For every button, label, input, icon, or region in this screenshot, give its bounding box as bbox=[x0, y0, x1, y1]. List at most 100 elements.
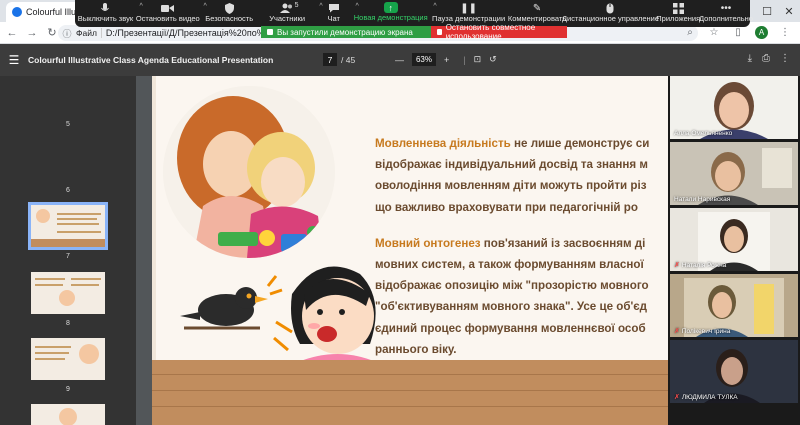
browser-right-icons: ⌕ ☆ ▯ A ⋮ bbox=[683, 25, 792, 39]
mute-button[interactable]: ^ Выключить звук bbox=[75, 2, 143, 27]
thumbnail-page-9[interactable] bbox=[31, 338, 105, 380]
thumbnail-text-line bbox=[57, 213, 101, 215]
slide-left-border bbox=[152, 76, 156, 360]
pencil-icon: ✎ bbox=[532, 2, 542, 14]
mute-label: Выключить звук bbox=[77, 14, 134, 23]
thumbnail-text-line bbox=[35, 346, 71, 348]
chat-button[interactable]: ^ Чат bbox=[316, 2, 358, 27]
text-line: раннього віку. bbox=[375, 339, 668, 360]
page-selector: 7 / 45 bbox=[323, 53, 355, 66]
zoom-meeting-toolbar: ^ Выключить звук ^ Остановить видео Безо… bbox=[75, 0, 753, 27]
participant-name: ✗ Наталія Рожна bbox=[674, 261, 727, 270]
page-number-input[interactable]: 7 bbox=[323, 53, 337, 66]
hamburger-menu-icon[interactable]: ☰ bbox=[4, 50, 24, 70]
maximize-button[interactable]: ☐ bbox=[756, 0, 778, 22]
participant-tile[interactable]: Алла Омельяненко bbox=[670, 76, 798, 139]
print-icon[interactable]: ⎙ bbox=[762, 53, 770, 64]
zoom-controls: — 63% + | ⊡ ↺ bbox=[395, 53, 497, 66]
text-line: Мовний онтогенез пов'язаний із засвоєння… bbox=[375, 233, 668, 254]
fit-page-icon[interactable]: ⊡ bbox=[474, 54, 482, 65]
rotate-icon[interactable]: ↺ bbox=[489, 54, 497, 65]
thumbnail-page-8[interactable] bbox=[31, 272, 105, 314]
thumbnail-text-line bbox=[57, 231, 101, 233]
text-line: відображає індивідуальний досвід та знан… bbox=[375, 154, 668, 175]
back-arrow-icon[interactable]: ← bbox=[4, 25, 20, 41]
chat-label: Чат bbox=[327, 14, 340, 23]
participant-tile[interactable]: ✗ Полікевич Ірина bbox=[670, 274, 798, 337]
browser-menu-icon[interactable]: ⋮ bbox=[778, 25, 792, 39]
thumbnail-text-line bbox=[35, 278, 65, 280]
remote-control-button[interactable]: Дистанционное управление bbox=[562, 2, 659, 27]
more-button[interactable]: ••• Дополнительно bbox=[699, 2, 753, 27]
screen: Colourful Illustrativ – ☐ ✕ ← → ↻ ⓘ Файл… bbox=[0, 0, 800, 425]
chat-icon bbox=[327, 2, 341, 14]
security-button[interactable]: Безопасность bbox=[200, 2, 259, 27]
line-text: відображає опозицію між "прозорістю мовн… bbox=[375, 279, 649, 293]
slide-page: Мовленнева діяльність не лише демонструє… bbox=[152, 76, 668, 425]
thumbnail-text-line bbox=[57, 218, 97, 220]
stop-share-button[interactable]: Остановить совместное использование bbox=[431, 23, 567, 41]
search-icon[interactable]: ⌕ bbox=[683, 25, 697, 39]
pdf-viewer[interactable]: Мовленнева діяльність не лише демонструє… bbox=[136, 76, 668, 425]
profile-avatar[interactable]: A bbox=[755, 25, 768, 39]
zoom-level-input[interactable]: 63% bbox=[412, 53, 436, 66]
thumbnail-text-line bbox=[35, 358, 65, 360]
browser-tab-title: Colourful Illustrativ bbox=[26, 7, 80, 17]
thumbnail-sidebar: 5 6 7 8 9 bbox=[0, 76, 136, 425]
forward-arrow-icon[interactable]: → bbox=[24, 25, 40, 41]
participant-tile[interactable]: Натали Наривская bbox=[670, 142, 798, 205]
thumbnail-page-10[interactable] bbox=[31, 404, 105, 425]
thumbnail-photo bbox=[36, 209, 50, 223]
apps-label: Приложения bbox=[656, 14, 701, 23]
participant-name: ✗ Полікевич Ірина bbox=[674, 327, 731, 336]
stop-square-icon bbox=[437, 29, 442, 35]
line-text: не лише демонструє си bbox=[510, 137, 650, 150]
line-text: єдиний процес формування мовленнєвої осо… bbox=[375, 321, 646, 335]
pdf-toolbar: ☰ Colourful Illustrative Class Agenda Ed… bbox=[0, 44, 800, 76]
text-line: що важливо враховувати при педагогічній … bbox=[375, 197, 668, 218]
sharing-indicator: Вы запустили демонстрацию экрана bbox=[261, 26, 431, 38]
floor-plank-line bbox=[152, 406, 668, 407]
participant-tile[interactable]: ✗ Наталія Рожна bbox=[670, 208, 798, 271]
address-scheme-chip: Файл bbox=[72, 28, 102, 38]
remote-control-label: Дистанционное управление bbox=[561, 14, 660, 23]
thumbnail-page-number: 7 bbox=[66, 253, 70, 260]
share-screen-icon: ↑ bbox=[383, 2, 398, 13]
thumbnail-text-line bbox=[71, 284, 99, 286]
participant-name: Алла Омельяненко bbox=[674, 130, 733, 137]
info-icon[interactable]: ⓘ bbox=[62, 25, 72, 41]
thumbnail-text-line bbox=[35, 352, 69, 354]
browser-tab[interactable]: Colourful Illustrativ bbox=[6, 2, 80, 22]
stop-video-button[interactable]: ^ Остановить видео bbox=[136, 2, 207, 27]
participant-name: Натали Наривская bbox=[674, 196, 731, 203]
thumbnail-photo bbox=[79, 344, 99, 364]
thumbnail-page-number: 8 bbox=[66, 320, 70, 327]
thumbnail-text-line bbox=[57, 223, 99, 225]
new-share-button[interactable]: ↑ ^ Новая демонстрация bbox=[352, 2, 437, 27]
sidebar-icon[interactable]: ▯ bbox=[731, 25, 745, 39]
zoom-out-button[interactable]: — bbox=[395, 55, 404, 65]
line-text: раннього віку. bbox=[375, 342, 457, 356]
apps-icon bbox=[671, 2, 685, 14]
participant-tile[interactable]: ✗ ЛЮДМИЛА ТУЛКА bbox=[670, 340, 798, 403]
participants-button[interactable]: 5 ^ Участники bbox=[259, 2, 322, 27]
line-text: відображає індивідуальний досвід та знан… bbox=[375, 158, 648, 172]
slide-text: Мовленнева діяльність не лише демонструє… bbox=[375, 133, 668, 360]
text-line: Мовленнева діяльність не лише демонструє… bbox=[375, 133, 668, 154]
security-label: Безопасность bbox=[205, 14, 254, 23]
thumbnail-page-7[interactable] bbox=[28, 202, 108, 250]
download-icon[interactable]: ⤓ bbox=[748, 53, 752, 64]
mouse-icon bbox=[603, 2, 617, 14]
more-options-icon[interactable]: ⋮ bbox=[780, 53, 790, 64]
people-icon bbox=[280, 2, 294, 14]
bookmark-star-icon[interactable]: ☆ bbox=[707, 25, 721, 39]
annotate-label: Комментировать bbox=[507, 14, 567, 23]
apps-button[interactable]: Приложения bbox=[654, 2, 702, 27]
participants-count: 5 bbox=[294, 2, 299, 9]
shield-icon bbox=[222, 2, 236, 14]
microphone-icon bbox=[98, 2, 112, 14]
thumbnail-page-number: 9 bbox=[66, 386, 70, 393]
mic-muted-icon: ✗ bbox=[674, 394, 680, 401]
close-window-button[interactable]: ✕ bbox=[778, 0, 800, 22]
zoom-in-button[interactable]: + bbox=[444, 55, 449, 65]
